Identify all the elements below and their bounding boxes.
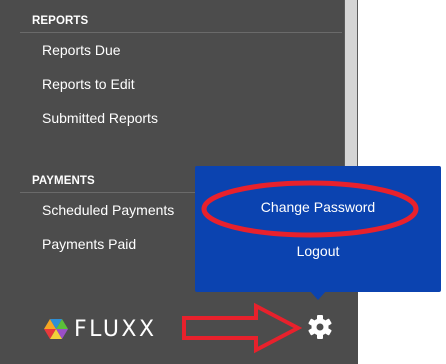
gear-icon[interactable] (304, 311, 336, 343)
popup-pointer (309, 290, 327, 300)
logo-text: FLUXX (74, 316, 157, 342)
sidebar-item-reports-due[interactable]: Reports Due (20, 33, 342, 67)
fluxx-logo-icon (44, 319, 68, 339)
logout-menu-item[interactable]: Logout (195, 243, 441, 259)
annotation-arrow-icon (182, 302, 302, 354)
sidebar-item-submitted-reports[interactable]: Submitted Reports (20, 101, 342, 135)
fluxx-logo: FLUXX (44, 316, 157, 342)
section-header-reports: REPORTS (32, 15, 89, 27)
reports-section: REPORTS Reports Due Reports to Edit Subm… (20, 10, 342, 135)
sidebar-item-reports-to-edit[interactable]: Reports to Edit (20, 67, 342, 101)
annotation-circle-icon (201, 180, 419, 238)
